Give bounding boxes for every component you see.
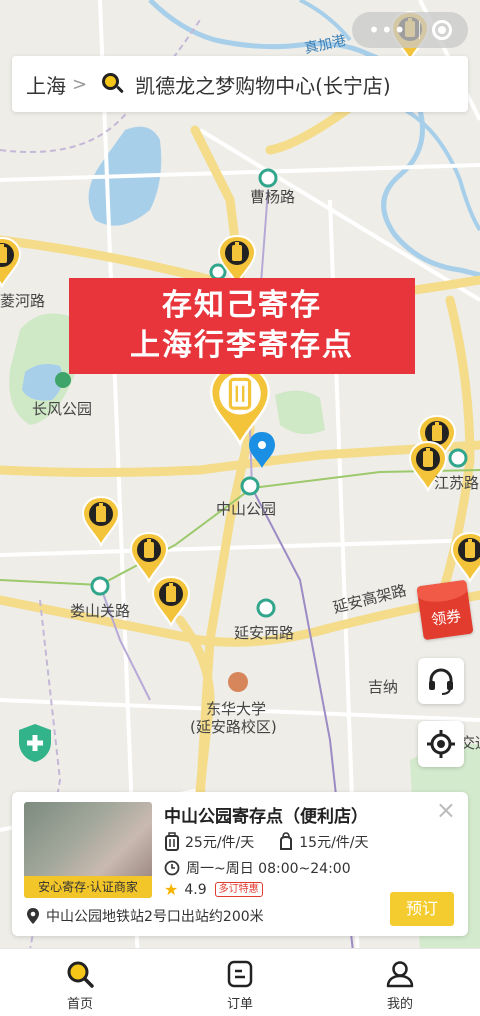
promo-badge: 多订特惠 <box>214 882 263 897</box>
map-label-suhe: 菱河路 <box>0 292 46 310</box>
location-pin-icon <box>27 908 39 924</box>
locate-me-button[interactable] <box>418 721 464 767</box>
rating-row: ★ 4.9 多订特惠 <box>164 880 263 899</box>
locate-icon <box>427 730 455 758</box>
book-button[interactable]: 预订 <box>390 892 454 926</box>
tab-profile-label: 我的 <box>386 997 413 1012</box>
storage-pin-icon <box>218 235 256 285</box>
customer-service-button[interactable] <box>418 658 464 704</box>
price-row: 25元/件/天 15元/件/天 <box>164 832 393 852</box>
opening-hours: 周一~周日 08:00~24:00 <box>164 858 351 878</box>
map-label-loushan: 娄山关路 <box>70 602 131 620</box>
banner-line-2: 上海行李寄存点 <box>130 328 354 363</box>
address-text: 中山公园地铁站2号口出站约200米 <box>46 909 264 925</box>
tab-orders-label: 订单 <box>226 997 253 1012</box>
bottom-tab-bar: 首页 订单 我的 <box>0 948 480 1016</box>
tab-profile[interactable]: 我的 <box>320 949 480 1016</box>
storage-pin-icon <box>152 576 190 626</box>
small-price-text: 15元/件/天 <box>299 835 369 851</box>
search-home-icon <box>67 961 94 988</box>
close-miniprogram-icon[interactable] <box>431 20 452 40</box>
tab-home[interactable]: 首页 <box>0 949 160 1016</box>
storage-pin-icon <box>0 237 21 287</box>
headset-icon <box>429 668 453 695</box>
address-row: 中山公园地铁站2号口出站约200米 <box>26 906 264 926</box>
store-name: 中山公园寄存点（便利店） <box>164 807 368 827</box>
suitcase-icon <box>165 832 179 851</box>
chevron-right-icon: > <box>72 73 88 95</box>
map-label-caoyang: 曹杨路 <box>250 188 296 206</box>
large-luggage-price: 25元/件/天 <box>164 832 254 852</box>
large-price-text: 25元/件/天 <box>185 835 255 851</box>
rating-value: 4.9 <box>184 881 207 898</box>
map-label-jiangsu: 江苏路 <box>434 474 480 492</box>
store-photo: 安心寄存·认证商家 <box>24 802 152 898</box>
map-label-donghua-campus: (延安路校区) <box>190 718 277 736</box>
user-icon <box>386 961 414 988</box>
store-info-card[interactable]: 安心寄存·认证商家 中山公园寄存点（便利店） × 25元/件/天 15元/件/天… <box>12 792 468 936</box>
storage-pin-icon <box>82 496 120 546</box>
storage-pin-icon <box>451 532 480 582</box>
close-card-icon[interactable]: × <box>436 798 456 822</box>
certified-merchant-tag: 安心寄存·认证商家 <box>24 876 152 898</box>
coupon-button[interactable]: 领券 <box>416 579 474 641</box>
hours-text: 周一~周日 08:00~24:00 <box>186 861 351 877</box>
storage-pin-icon <box>130 532 168 582</box>
search-input[interactable]: 凯德龙之梦购物中心(长宁店) <box>135 70 391 99</box>
banner-line-1: 存知己寄存 <box>162 288 322 323</box>
bag-icon <box>280 832 293 850</box>
capsule-divider <box>418 21 420 39</box>
map-label-zhongshan: 中山公园 <box>216 500 277 518</box>
search-icon <box>101 72 125 96</box>
my-location-marker-icon <box>249 432 275 468</box>
more-menu-icon[interactable]: ••• <box>368 20 406 40</box>
safety-shield-icon[interactable] <box>16 722 54 764</box>
coupon-label: 领券 <box>429 606 463 629</box>
clock-icon <box>164 860 180 876</box>
map-label-changfeng: 长风公园 <box>32 400 93 418</box>
tab-home-label: 首页 <box>66 997 93 1012</box>
miniprogram-capsule[interactable]: ••• <box>352 12 468 48</box>
map-label-yanan: 延安西路 <box>234 624 295 642</box>
star-icon: ★ <box>164 880 179 899</box>
orders-icon <box>227 960 253 988</box>
map-label-jina: 吉纳 <box>368 678 399 696</box>
small-luggage-price: 15元/件/天 <box>278 832 369 852</box>
city-selector[interactable]: 上海 <box>26 70 66 99</box>
selected-storage-pin-icon <box>209 365 271 447</box>
tab-orders[interactable]: 订单 <box>160 949 320 1016</box>
search-bar[interactable]: 上海 > 凯德龙之梦购物中心(长宁店) <box>12 56 468 112</box>
promo-banner: 存知己寄存 上海行李寄存点 <box>69 278 415 374</box>
